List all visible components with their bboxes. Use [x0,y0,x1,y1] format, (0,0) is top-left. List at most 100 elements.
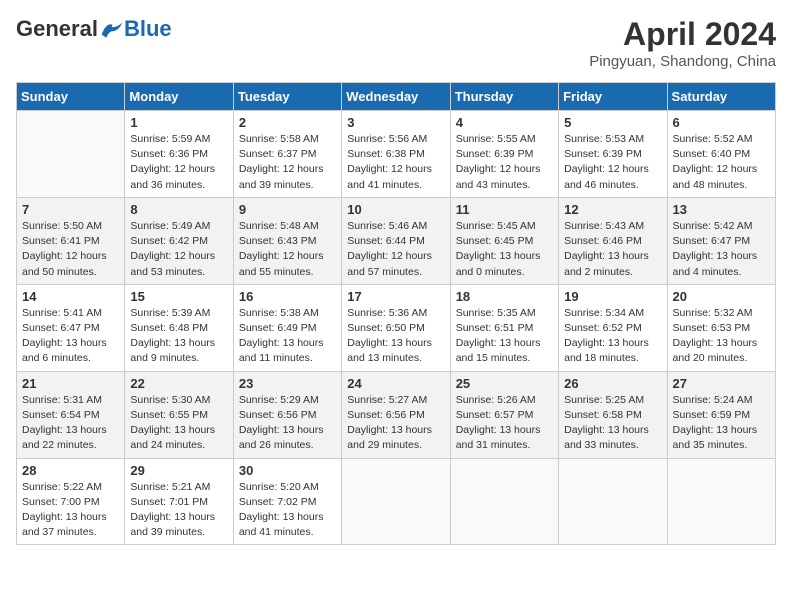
column-header-tuesday: Tuesday [233,83,341,111]
day-number: 9 [239,202,336,217]
day-number: 1 [130,115,227,130]
calendar-cell: 29 Sunrise: 5:21 AM Sunset: 7:01 PM Dayli… [125,458,233,545]
day-number: 16 [239,289,336,304]
calendar-cell: 1 Sunrise: 5:59 AM Sunset: 6:36 PM Daylig… [125,111,233,198]
calendar-cell: 9 Sunrise: 5:48 AM Sunset: 6:43 PM Daylig… [233,197,341,284]
calendar-header-row: SundayMondayTuesdayWednesdayThursdayFrid… [17,83,776,111]
day-info: Sunrise: 5:36 AM Sunset: 6:50 PM Dayligh… [347,306,444,367]
calendar-cell: 3 Sunrise: 5:56 AM Sunset: 6:38 PM Daylig… [342,111,450,198]
calendar-week-row: 28Sunrise: 5:22 AM Sunset: 7:00 PM Dayli… [17,458,776,545]
calendar-cell: 8 Sunrise: 5:49 AM Sunset: 6:42 PM Daylig… [125,197,233,284]
calendar-cell: 18 Sunrise: 5:35 AM Sunset: 6:51 PM Dayli… [450,284,558,371]
calendar-table: SundayMondayTuesdayWednesdayThursdayFrid… [16,82,776,545]
calendar-cell: 12 Sunrise: 5:43 AM Sunset: 6:46 PM Dayli… [559,197,667,284]
calendar-cell: 26Sunrise: 5:25 AM Sunset: 6:58 PM Dayli… [559,371,667,458]
calendar-cell [559,458,667,545]
day-info: Sunrise: 5:22 AM Sunset: 7:00 PM Dayligh… [22,480,119,541]
day-info: Sunrise: 5:24 AM Sunset: 6:59 PM Dayligh… [673,393,770,454]
calendar-cell: 20 Sunrise: 5:32 AM Sunset: 6:53 PM Dayli… [667,284,775,371]
day-number: 8 [130,202,227,217]
day-info: Sunrise: 5:32 AM Sunset: 6:53 PM Dayligh… [673,306,770,367]
day-number: 11 [456,202,553,217]
day-info: Sunrise: 5:29 AM Sunset: 6:56 PM Dayligh… [239,393,336,454]
column-header-saturday: Saturday [667,83,775,111]
day-number: 21 [22,376,119,391]
day-number: 18 [456,289,553,304]
calendar-cell: 7Sunrise: 5:50 AM Sunset: 6:41 PM Daylig… [17,197,125,284]
day-info: Sunrise: 5:26 AM Sunset: 6:57 PM Dayligh… [456,393,553,454]
calendar-cell: 4 Sunrise: 5:55 AM Sunset: 6:39 PM Daylig… [450,111,558,198]
location-subtitle: Pingyuan, Shandong, China [589,53,776,70]
calendar-cell: 14 Sunrise: 5:41 AM Sunset: 6:47 PM Dayli… [17,284,125,371]
day-info: Sunrise: 5:58 AM Sunset: 6:37 PM Dayligh… [239,132,336,193]
day-number: 3 [347,115,444,130]
column-header-wednesday: Wednesday [342,83,450,111]
day-info: Sunrise: 5:50 AM Sunset: 6:41 PM Dayligh… [22,219,119,280]
day-info: Sunrise: 5:39 AM Sunset: 6:48 PM Dayligh… [130,306,227,367]
day-info: Sunrise: 5:49 AM Sunset: 6:42 PM Dayligh… [130,219,227,280]
day-info: Sunrise: 5:21 AM Sunset: 7:01 PM Dayligh… [130,480,227,541]
day-info: Sunrise: 5:59 AM Sunset: 6:36 PM Dayligh… [130,132,227,193]
day-info: Sunrise: 5:41 AM Sunset: 6:47 PM Dayligh… [22,306,119,367]
day-info: Sunrise: 5:52 AM Sunset: 6:40 PM Dayligh… [673,132,770,193]
calendar-cell [667,458,775,545]
calendar-cell: 21Sunrise: 5:31 AM Sunset: 6:54 PM Dayli… [17,371,125,458]
day-number: 15 [130,289,227,304]
calendar-week-row: 14 Sunrise: 5:41 AM Sunset: 6:47 PM Dayli… [17,284,776,371]
title-block: April 2024 Pingyuan, Shandong, China [589,16,776,70]
day-number: 27 [673,376,770,391]
calendar-cell: 30Sunrise: 5:20 AM Sunset: 7:02 PM Dayli… [233,458,341,545]
calendar-cell: 27 Sunrise: 5:24 AM Sunset: 6:59 PM Dayli… [667,371,775,458]
day-info: Sunrise: 5:43 AM Sunset: 6:46 PM Dayligh… [564,219,661,280]
calendar-cell [17,111,125,198]
day-info: Sunrise: 5:20 AM Sunset: 7:02 PM Dayligh… [239,480,336,541]
logo: General Blue [16,16,172,42]
day-info: Sunrise: 5:53 AM Sunset: 6:39 PM Dayligh… [564,132,661,193]
day-number: 20 [673,289,770,304]
day-info: Sunrise: 5:42 AM Sunset: 6:47 PM Dayligh… [673,219,770,280]
day-number: 13 [673,202,770,217]
calendar-cell [450,458,558,545]
calendar-cell [342,458,450,545]
day-number: 14 [22,289,119,304]
column-header-thursday: Thursday [450,83,558,111]
day-info: Sunrise: 5:45 AM Sunset: 6:45 PM Dayligh… [456,219,553,280]
calendar-week-row: 1 Sunrise: 5:59 AM Sunset: 6:36 PM Daylig… [17,111,776,198]
day-info: Sunrise: 5:55 AM Sunset: 6:39 PM Dayligh… [456,132,553,193]
calendar-cell: 25 Sunrise: 5:26 AM Sunset: 6:57 PM Dayli… [450,371,558,458]
day-info: Sunrise: 5:34 AM Sunset: 6:52 PM Dayligh… [564,306,661,367]
calendar-cell: 15 Sunrise: 5:39 AM Sunset: 6:48 PM Dayli… [125,284,233,371]
day-number: 22 [130,376,227,391]
day-number: 12 [564,202,661,217]
calendar-cell: 22Sunrise: 5:30 AM Sunset: 6:55 PM Dayli… [125,371,233,458]
calendar-cell: 24 Sunrise: 5:27 AM Sunset: 6:56 PM Dayli… [342,371,450,458]
calendar-cell: 13 Sunrise: 5:42 AM Sunset: 6:47 PM Dayli… [667,197,775,284]
day-number: 25 [456,376,553,391]
calendar-cell: 5 Sunrise: 5:53 AM Sunset: 6:39 PM Daylig… [559,111,667,198]
day-number: 4 [456,115,553,130]
day-number: 5 [564,115,661,130]
day-number: 23 [239,376,336,391]
day-number: 29 [130,463,227,478]
logo-blue-text: Blue [124,16,172,42]
column-header-sunday: Sunday [17,83,125,111]
day-number: 26 [564,376,661,391]
calendar-week-row: 7Sunrise: 5:50 AM Sunset: 6:41 PM Daylig… [17,197,776,284]
day-info: Sunrise: 5:48 AM Sunset: 6:43 PM Dayligh… [239,219,336,280]
calendar-cell: 2 Sunrise: 5:58 AM Sunset: 6:37 PM Daylig… [233,111,341,198]
day-number: 6 [673,115,770,130]
calendar-cell: 17Sunrise: 5:36 AM Sunset: 6:50 PM Dayli… [342,284,450,371]
day-number: 24 [347,376,444,391]
day-info: Sunrise: 5:56 AM Sunset: 6:38 PM Dayligh… [347,132,444,193]
calendar-cell: 6 Sunrise: 5:52 AM Sunset: 6:40 PM Daylig… [667,111,775,198]
calendar-cell: 10Sunrise: 5:46 AM Sunset: 6:44 PM Dayli… [342,197,450,284]
column-header-monday: Monday [125,83,233,111]
calendar-cell: 19Sunrise: 5:34 AM Sunset: 6:52 PM Dayli… [559,284,667,371]
day-info: Sunrise: 5:35 AM Sunset: 6:51 PM Dayligh… [456,306,553,367]
month-title: April 2024 [589,16,776,53]
logo-bird-icon [100,19,124,39]
day-number: 2 [239,115,336,130]
logo-general-text: General [16,16,98,42]
day-info: Sunrise: 5:27 AM Sunset: 6:56 PM Dayligh… [347,393,444,454]
day-info: Sunrise: 5:46 AM Sunset: 6:44 PM Dayligh… [347,219,444,280]
